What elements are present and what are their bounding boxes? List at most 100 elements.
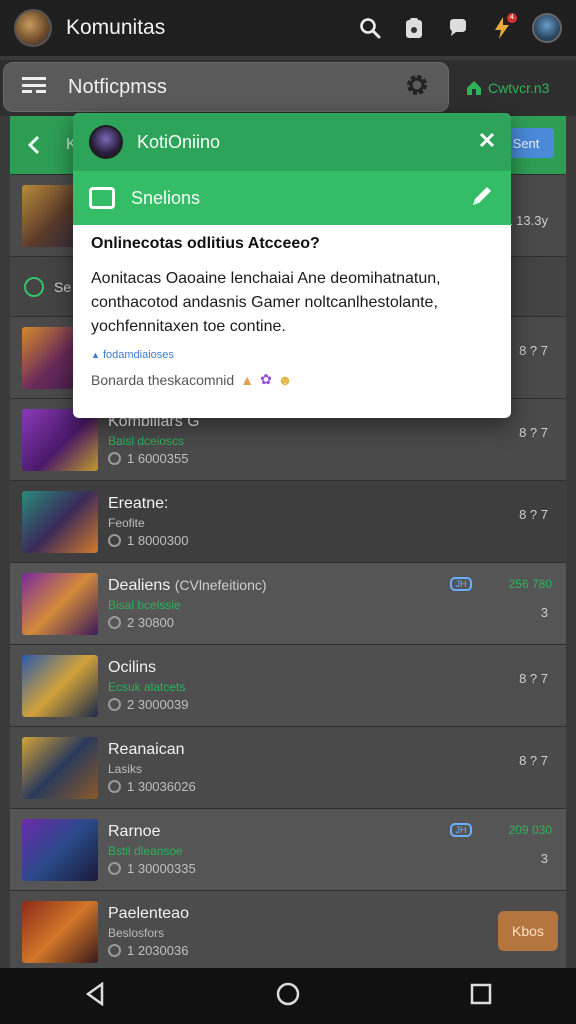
clock-icon [108, 452, 121, 465]
row-count: 256 780 [508, 577, 552, 591]
row-title: Rarnoe [108, 823, 161, 840]
row-title: Paelenteao [108, 905, 189, 922]
row-meta: 2 30800 [108, 615, 267, 630]
clock-icon [108, 616, 121, 629]
top-app-bar: Komunitas 4 [0, 0, 576, 56]
cone-emoji-icon[interactable]: ▲ [240, 372, 254, 388]
clock-icon [108, 780, 121, 793]
game-thumbnail [22, 572, 98, 635]
back-arrow-icon[interactable] [24, 134, 46, 156]
row-title: Ereatne: [108, 495, 169, 512]
list-item[interactable]: Ereatne: Feofite 1 8000300 8 ? 7 [10, 480, 566, 562]
modal-question: Onlinecotas odlitius Atcceeo? [91, 235, 320, 252]
row-meta: 1 30000335 [108, 861, 196, 876]
row-text: Rarnoe Bstil dleansoe 1 30000335 [108, 823, 196, 876]
row-text: Paelenteao Beslosfors 1 2030036 [108, 905, 189, 958]
row-meta: 1 8000300 [108, 533, 188, 548]
row-subtitle: Ecsuk alatcets [108, 680, 186, 694]
row-time: 1 13.3y [505, 213, 548, 228]
game-thumbnail [22, 490, 98, 553]
back-nav-icon[interactable] [84, 981, 106, 1011]
row-text: Kombliiars G Baisl dceioscs 1 6000355 [108, 413, 200, 466]
gear-icon[interactable] [404, 72, 430, 103]
row-meta: 2 3000039 [108, 697, 188, 712]
list-item[interactable]: Paelenteao Beslosfors 1 2030036 Kbos [10, 890, 566, 968]
chat-icon[interactable] [444, 14, 472, 42]
row-stats: 3 [540, 605, 548, 620]
clock-icon [108, 698, 121, 711]
modal-section-label: Snelions [131, 187, 201, 208]
row-stats: 8 ? 7 [519, 425, 548, 440]
list-item[interactable]: Rarnoe Bstil dleansoe 1 30000335 JH 209 … [10, 808, 566, 890]
clipboard-icon[interactable] [400, 14, 428, 42]
user-avatar[interactable] [532, 13, 562, 43]
appbar-actions: 4 [356, 13, 562, 43]
row-text: Ereatne: Feofite 1 8000300 [108, 495, 188, 548]
notification-modal: KotiOniino Snelions Onlinecotas odlitius… [73, 113, 511, 418]
clock-icon [108, 534, 121, 547]
action-button[interactable]: Kbos [498, 911, 558, 951]
row-meta: 1 6000355 [108, 451, 200, 466]
modal-text: Aonitacas Oaoaine lenchaiai Ane deomihat… [91, 270, 441, 335]
row-title: Ocilins [108, 659, 157, 676]
row-subtitle: Beslosfors [108, 926, 165, 940]
check-circle-icon [24, 277, 44, 297]
list-item[interactable]: Reanaican Lasiks 1 30036026 8 ? 7 [10, 726, 566, 808]
notifications-pill[interactable]: Notficpmss [3, 62, 449, 112]
modal-body: Onlinecotas odlitius Atcceeo? Aonitacas … [73, 225, 511, 388]
list-item[interactable]: Dealiens (CVlnefeitionc) Bisal bcelssie … [10, 562, 566, 644]
row-count: 209 030 [508, 823, 552, 837]
modal-link[interactable]: ▲ fodamdiaioses [91, 349, 493, 361]
info-tag: JH [450, 577, 472, 591]
row-text: Ocilins Ecsuk alatcets 2 3000039 [108, 659, 188, 712]
flower-emoji-icon[interactable]: ✿ [260, 371, 272, 388]
checkbox-icon[interactable] [89, 187, 115, 209]
modal-header: KotiOniino [73, 113, 511, 171]
row-meta: 1 2030036 [108, 943, 189, 958]
close-icon[interactable] [479, 132, 495, 153]
clock-icon [108, 862, 121, 875]
game-thumbnail [22, 818, 98, 881]
recents-nav-icon[interactable] [470, 983, 492, 1010]
row-text: Dealiens (CVlnefeitionc) Bisal bcelssie … [108, 577, 267, 630]
row-meta: 1 30036026 [108, 779, 196, 794]
list-item[interactable]: Ocilins Ecsuk alatcets 2 3000039 8 ? 7 [10, 644, 566, 726]
notifications-bar: Notficpmss Cwtvcr.n3 [0, 60, 576, 116]
row-stats: 8 ? 7 [519, 343, 548, 358]
row-text: Reanaican Lasiks 1 30036026 [108, 741, 196, 794]
home-nav-icon[interactable] [275, 981, 301, 1012]
search-icon[interactable] [356, 14, 384, 42]
row-stats: 8 ? 7 [519, 753, 548, 768]
modal-footer: Bonarda theskacomnid ▲ ✿ ☻ [91, 371, 493, 388]
row-subtitle: Bstil dleansoe [108, 844, 183, 858]
app-root: Komunitas 4 Notficpmss Cwtvcr.n3 K Sent … [0, 0, 576, 1024]
edit-pen-icon[interactable] [469, 183, 495, 214]
game-thumbnail [22, 900, 98, 963]
notification-bolt-icon[interactable]: 4 [488, 13, 517, 42]
face-emoji-icon[interactable]: ☻ [278, 372, 293, 388]
row-stats: 8 ? 7 [519, 671, 548, 686]
game-thumbnail [22, 736, 98, 799]
modal-avatar [89, 125, 123, 159]
row-title: Dealiens (CVlnefeitionc) [108, 577, 267, 594]
menu-icon[interactable] [22, 76, 46, 99]
green-action-button[interactable]: Cwtvcr.n3 [456, 68, 572, 108]
row-subtitle: Bisal bcelssie [108, 598, 181, 612]
row-label: Se [54, 279, 72, 295]
row-stats: 3 [540, 851, 548, 866]
row-subtitle: Feofite [108, 516, 145, 530]
green-action-label: Cwtvcr.n3 [488, 80, 550, 96]
house-icon [467, 81, 481, 95]
row-subtitle: Baisl dceioscs [108, 434, 185, 448]
row-title: Reanaican [108, 741, 185, 758]
modal-section-bar: Snelions [73, 171, 511, 225]
modal-footer-text: Bonarda theskacomnid [91, 371, 235, 388]
notifications-title: Notficpmss [68, 75, 167, 98]
game-thumbnail [22, 654, 98, 717]
modal-name: KotiOniino [137, 131, 221, 152]
system-nav-bar [0, 968, 576, 1024]
clock-icon [108, 944, 121, 957]
row-subtitle: Lasiks [108, 762, 143, 776]
link-icon: ▲ [91, 350, 100, 360]
community-avatar[interactable] [14, 9, 52, 47]
